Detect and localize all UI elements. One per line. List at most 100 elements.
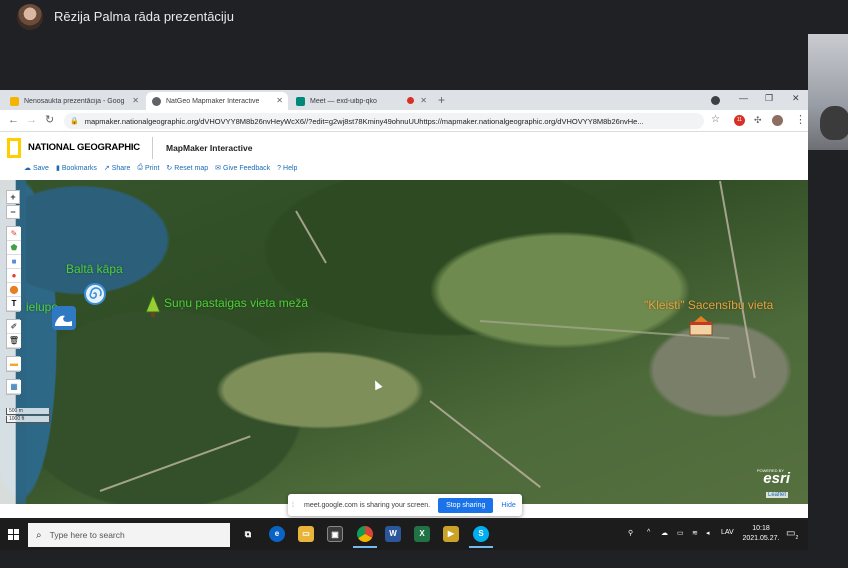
text-icon[interactable]: T <box>7 297 21 311</box>
satellite-map[interactable]: + − ✎ ⬟ ■ ● ⬤ T ✐ 🗑 ▬ ▦ Baltā kāpa ielup… <box>0 180 808 504</box>
label-balta-kapa[interactable]: Baltā kāpa <box>66 262 123 276</box>
map-controls: + − ✎ ⬟ ■ ● ⬤ T ✐ 🗑 ▬ ▦ <box>6 190 21 395</box>
grid-icon[interactable]: ▦ <box>7 380 21 394</box>
taskbar-search[interactable]: ⌕ Type here to search <box>28 523 230 547</box>
tree-marker-icon[interactable] <box>143 293 163 318</box>
clock[interactable]: 10:18 2021.05.27. <box>740 524 782 544</box>
language-indicator[interactable]: LAV <box>721 529 734 536</box>
refresh-icon: ↻ <box>166 165 173 172</box>
help-icon: ? <box>277 164 282 172</box>
save-button[interactable]: ☁ Save <box>24 164 49 173</box>
cloud-icon: ☁ <box>24 165 31 172</box>
skype-icon[interactable]: S <box>469 526 493 548</box>
print-icon: ⎙ <box>137 164 144 171</box>
onedrive-icon[interactable]: ☁ <box>661 529 668 537</box>
media-player-icon[interactable]: ▶ <box>443 526 459 542</box>
puzzle-icon[interactable]: ✣ <box>754 114 762 126</box>
search-icon: ⌕ <box>36 529 42 541</box>
menu-icon[interactable]: ⋮ <box>795 114 806 126</box>
map-toolbar: ☁ Save ▮ Bookmarks ↗ Share ⎙ Print ↻ Reset ma… <box>24 164 297 172</box>
shared-browser-window: Nenosaukta prezentācija - Goog ✕ NatGeo … <box>0 90 808 518</box>
polygon-icon[interactable]: ⬟ <box>7 241 21 255</box>
close-icon[interactable]: ✕ <box>132 96 139 105</box>
note-icon[interactable]: ▬ <box>7 357 21 371</box>
share-icon: ↗ <box>103 165 110 172</box>
back-icon[interactable]: ← <box>8 114 19 126</box>
natgeo-logo <box>7 138 21 158</box>
zoom-out-button[interactable]: − <box>6 205 20 219</box>
close-icon[interactable]: ✕ <box>420 96 427 105</box>
label-dog-walk[interactable]: Suņu pastaigas vieta mežā <box>164 296 308 310</box>
meet-icon <box>296 96 305 106</box>
chrome-icon[interactable] <box>353 526 377 548</box>
volume-icon[interactable]: ◂ <box>706 529 710 537</box>
print-button[interactable]: ⎙ Print <box>137 164 159 172</box>
new-tab-button[interactable]: + <box>438 93 445 107</box>
url-field[interactable]: 🔒 mapmaker.nationalgeographic.org/dVHOVY… <box>64 113 704 129</box>
participant-thumbnail[interactable] <box>808 34 848 150</box>
stop-sharing-button[interactable]: Stop sharing <box>438 497 494 513</box>
reload-icon[interactable]: ↻ <box>45 114 54 126</box>
extension-badge[interactable]: 11 <box>734 115 745 126</box>
tab-label: NatGeo Mapmaker Interactive <box>166 97 260 105</box>
people-icon[interactable]: ⚲ <box>628 529 633 537</box>
help-button[interactable]: ? Help <box>277 164 297 172</box>
wifi-icon[interactable]: ≋ <box>692 529 698 537</box>
pencil-icon[interactable]: ✎ <box>7 227 21 241</box>
trash-icon[interactable]: 🗑 <box>7 334 21 348</box>
word-icon[interactable]: W <box>385 526 401 542</box>
forward-icon[interactable]: → <box>26 114 37 126</box>
windows-start-icon[interactable] <box>8 529 19 540</box>
zoom-in-button[interactable]: + <box>6 190 20 204</box>
star-icon[interactable]: ☆ <box>711 114 720 126</box>
reset-map-button[interactable]: ↻ Reset map <box>166 164 208 173</box>
window-close-icon[interactable]: ✕ <box>792 93 800 104</box>
presenter-label: Rēzija Palma rāda prezentāciju <box>54 9 234 24</box>
task-view-icon[interactable]: ⧉ <box>240 526 256 542</box>
product-title: MapMaker Interactive <box>166 143 253 153</box>
scale-bar: 500 m 1000 ft <box>6 408 50 424</box>
close-icon[interactable]: ✕ <box>276 96 283 105</box>
circle-icon[interactable]: ● <box>7 269 21 283</box>
file-explorer-icon[interactable]: ▭ <box>298 526 314 542</box>
bookmarks-button[interactable]: ▮ Bookmarks <box>56 164 97 173</box>
profile-avatar[interactable] <box>772 115 783 126</box>
edge-icon[interactable]: e <box>269 526 285 542</box>
road <box>429 400 541 488</box>
excel-icon[interactable]: X <box>414 526 430 542</box>
tab-natgeo[interactable]: NatGeo Mapmaker Interactive ✕ <box>146 92 288 110</box>
notifications-icon[interactable]: ▭2 <box>786 528 798 541</box>
give-feedback-button[interactable]: ✉ Give Feedback <box>215 164 270 173</box>
hide-button[interactable]: Hide <box>501 502 515 509</box>
label-kleisti[interactable]: "Kleisti" Sacensību vieta <box>644 298 773 312</box>
share-button[interactable]: ↗ Share <box>103 164 131 173</box>
building-marker-icon[interactable] <box>688 314 714 336</box>
tab-presentation[interactable]: Nenosaukta prezentācija - Goog ✕ <box>4 92 144 110</box>
wave-marker-icon[interactable] <box>52 306 76 330</box>
chevron-up-icon[interactable]: ^ <box>647 529 650 536</box>
tab-label: Nenosaukta prezentācija - Goog <box>24 97 125 105</box>
edit-icon[interactable]: ✐ <box>7 320 21 334</box>
leaflet-attribution[interactable]: Leaflet <box>765 492 788 498</box>
drag-handle-icon[interactable]: ⁞ <box>292 502 298 509</box>
road <box>99 435 251 492</box>
spiral-marker-icon[interactable] <box>84 283 106 305</box>
marker-icon[interactable]: ⬤ <box>7 283 21 297</box>
media-icon[interactable] <box>711 96 720 105</box>
tab-meet[interactable]: Meet — exd-uibp-qko ✕ <box>290 92 432 110</box>
participant-silhouette <box>820 106 848 140</box>
natgeo-header: NATIONAL GEOGRAPHIC MapMaker Interactive… <box>0 132 808 180</box>
edit-tools: ✐ 🗑 <box>6 319 21 349</box>
windows-taskbar: ⌕ Type here to search ⧉ e ▭ ▣ W X ▶ S ⚲ … <box>0 520 808 550</box>
scale-metric: 500 m <box>6 408 50 415</box>
tab-label: Meet — exd-uibp-qko <box>310 97 377 105</box>
meet-header: Rēzija Palma rāda prezentāciju <box>0 0 848 34</box>
share-message: meet.google.com is sharing your screen. <box>304 501 431 509</box>
battery-icon[interactable]: ▭ <box>677 529 684 537</box>
store-icon[interactable]: ▣ <box>327 526 343 542</box>
layers-tool: ▦ <box>6 379 21 395</box>
scale-imperial: 1000 ft <box>6 416 50 423</box>
minimize-icon[interactable]: — <box>739 93 748 103</box>
restore-icon[interactable]: ❐ <box>765 93 773 104</box>
rectangle-icon[interactable]: ■ <box>7 255 21 269</box>
